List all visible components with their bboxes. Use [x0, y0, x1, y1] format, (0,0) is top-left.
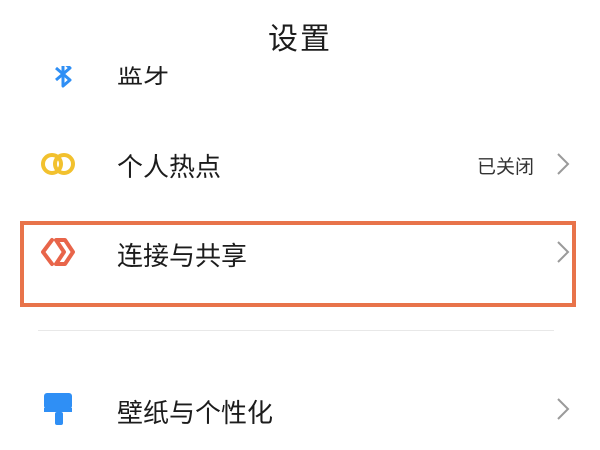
settings-item-label: 蓝牙 [117, 66, 170, 90]
page-title: 设置 [268, 22, 332, 57]
highlight-box [20, 221, 576, 307]
settings-item-label: 壁纸与个性化 [117, 399, 274, 429]
chevron-right-icon [557, 398, 570, 420]
hotspot-status: 已关闭 [476, 156, 534, 178]
section-divider [38, 330, 554, 331]
settings-item-bluetooth[interactable]: 蓝牙 [0, 66, 600, 94]
bluetooth-icon [55, 66, 72, 88]
settings-screen: 设置 蓝牙 个人热点 已关闭 连接与共享 壁纸与个性化 [0, 0, 600, 450]
hotspot-icon [41, 153, 75, 175]
chevron-right-icon [557, 153, 570, 175]
settings-item-label: 个人热点 [117, 153, 222, 183]
settings-item-wallpaper[interactable]: 壁纸与个性化 [0, 365, 600, 450]
wallpaper-brush-icon [44, 393, 72, 425]
settings-item-hotspot[interactable]: 个人热点 已关闭 [0, 121, 600, 207]
